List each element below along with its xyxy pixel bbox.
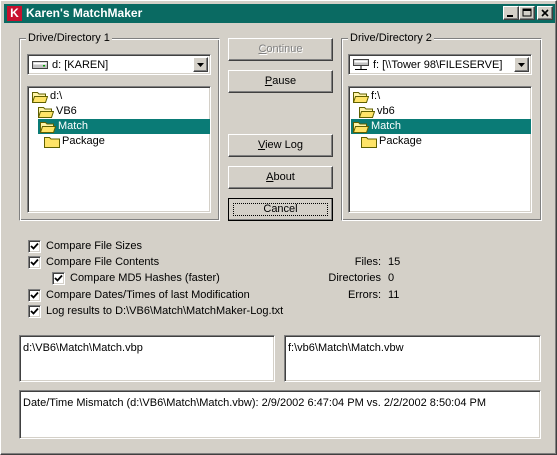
files-count: 15 [388,256,401,268]
window-title: Karen's MatchMaker [26,6,143,20]
checkmark-icon [30,307,39,315]
dir-2-item-2-selected[interactable]: Match [351,119,531,134]
compare-dates-label: Compare Dates/Times of last Modification [46,289,250,301]
dir-2-label-3: Package [379,135,422,147]
compare-md5-checkbox[interactable] [52,272,65,285]
checkmark-icon [30,258,39,266]
dir-1-item-0[interactable]: d:\ [30,89,65,104]
dir-2-item-1[interactable]: vb6 [357,104,398,119]
drive-1-select[interactable]: d: [KAREN] [27,54,211,75]
directory-2-list[interactable]: f:\ vb6 Match Package [348,86,532,213]
dir-2-label-2: Match [371,120,401,132]
open-folder-icon [40,122,56,133]
close-icon [541,9,549,17]
group-1-label: Drive/Directory 1 [26,31,112,45]
dir-2-item-3[interactable]: Package [359,134,425,149]
current-file-1-field[interactable]: d:\VB6\Match\Match.vbp [19,335,275,382]
chevron-down-icon [518,63,525,67]
errors-count: 11 [388,289,400,301]
chevron-down-icon [197,63,204,67]
dir-1-label-1: VB6 [56,105,77,117]
network-drive-icon [353,59,369,70]
drive-1-dropdown-button[interactable] [193,57,208,72]
closed-folder-icon [361,137,377,148]
compare-contents-checkbox[interactable] [28,256,41,269]
dir-1-item-2-selected[interactable]: Match [38,119,210,134]
compare-sizes-label: Compare File Sizes [46,240,142,252]
drive-1-value: d: [KAREN] [52,59,109,71]
minimize-icon [507,15,513,17]
current-file-2-field[interactable]: f:\vb6\Match\Match.vbw [284,335,541,382]
drive-2-select[interactable]: f: [\\Tower 98\FILESERVE] [348,54,532,75]
open-folder-icon [359,107,375,118]
cancel-button[interactable]: Cancel [228,198,333,221]
compare-md5-label: Compare MD5 Hashes (faster) [70,272,220,284]
drive-2-value: f: [\\Tower 98\FILESERVE] [373,59,503,71]
title-bar[interactable]: K Karen's MatchMaker [4,4,555,23]
dir-1-item-1[interactable]: VB6 [36,104,80,119]
directories-count: 0 [388,272,395,284]
log-results-checkbox[interactable] [28,305,41,318]
app-window: K Karen's MatchMaker Drive/Directory 1 d… [0,0,557,455]
dir-2-item-0[interactable]: f:\ [351,89,383,104]
dir-1-label-0: d:\ [50,90,63,102]
close-button[interactable] [537,6,553,20]
focus-indicator [233,203,328,216]
closed-folder-icon [44,137,60,148]
open-folder-icon [38,107,54,118]
minimize-button[interactable] [503,6,519,20]
checkmark-icon [54,274,63,282]
open-folder-icon [353,92,369,103]
directories-label: Directories [328,272,381,284]
dir-1-label-3: Package [62,135,105,147]
errors-label: Errors: [348,289,381,301]
dir-1-label-2: Match [58,120,88,132]
log-results-label: Log results to D:\VB6\Match\MatchMaker-L… [46,305,284,317]
view-log-button[interactable]: View Log [228,134,333,157]
continue-button[interactable]: Continue [228,38,333,61]
app-logo-icon[interactable]: K [7,6,22,21]
dir-2-label-0: f:\ [371,90,381,102]
hard-drive-icon [32,61,48,69]
checkmark-icon [30,242,39,250]
drive-2-dropdown-button[interactable] [514,57,529,72]
compare-contents-label: Compare File Contents [46,256,160,268]
compare-dates-checkbox[interactable] [28,289,41,302]
open-folder-icon [353,122,369,133]
compare-sizes-checkbox[interactable] [28,240,41,253]
directory-1-list[interactable]: d:\ VB6 Match Package [27,86,211,213]
maximize-icon [522,8,532,17]
dir-1-item-3[interactable]: Package [42,134,108,149]
status-message-field[interactable]: Date/Time Mismatch (d:\VB6\Match\Match.v… [19,390,541,439]
checkmark-icon [30,291,39,299]
files-label: Files: [354,256,381,268]
about-button[interactable]: About [228,166,333,189]
open-folder-icon [32,92,48,103]
dir-2-label-1: vb6 [377,105,395,117]
group-2-label: Drive/Directory 2 [348,31,434,45]
maximize-button[interactable] [519,6,535,20]
pause-button[interactable]: Pause [228,70,333,93]
